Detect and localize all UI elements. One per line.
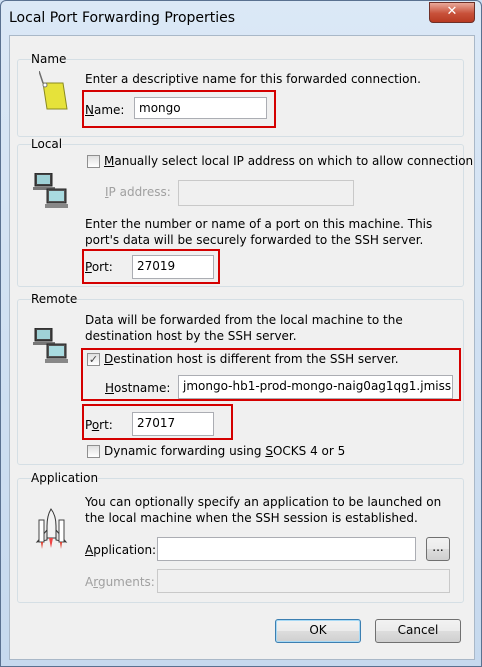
destination-highlight [81,348,461,401]
close-button[interactable]: ✕ [429,2,475,23]
manual-ip-checkbox[interactable] [87,155,100,168]
application-group-label: Application [31,471,99,485]
close-icon: ✕ [446,4,458,19]
application-description: You can optionally specify an applicatio… [85,495,442,525]
local-computer-icon [33,173,68,208]
shuttle-icon [35,508,68,549]
arguments-label: Arguments: [85,575,155,589]
application-label: Application: [85,543,157,557]
dialog-window: Local Port Forwarding Properties ✕ Name … [0,0,482,667]
local-port-description: Enter the number or name of a port on th… [85,217,433,247]
title-bar[interactable]: Local Port Forwarding Properties ✕ [1,1,481,35]
name-description: Enter a descriptive name for this forwar… [85,72,421,86]
name-highlight [82,90,276,128]
application-input[interactable] [157,537,416,561]
manual-ip-label: Manually select local IP address on whic… [104,154,474,168]
browse-button[interactable]: ... [426,537,450,561]
ip-address-input[interactable] [178,180,354,206]
socks-label: Dynamic forwarding using SOCKS 4 or 5 [104,444,346,458]
remote-computer-icon [33,328,68,363]
socks-checkbox[interactable] [87,445,100,458]
label-tag-icon [39,71,68,110]
name-group-label: Name [31,52,67,66]
remote-port-highlight [82,404,233,440]
local-port-highlight [82,249,220,284]
ok-button[interactable]: OK [275,619,361,643]
ip-address-label: IP address: [105,185,171,199]
remote-description: Data will be forwarded from the local ma… [85,313,403,343]
local-group-label: Local [31,137,63,151]
window-title: Local Port Forwarding Properties [9,10,236,26]
remote-group-label: Remote [31,292,78,306]
arguments-input[interactable] [157,569,450,593]
cancel-button[interactable]: Cancel [375,619,461,643]
